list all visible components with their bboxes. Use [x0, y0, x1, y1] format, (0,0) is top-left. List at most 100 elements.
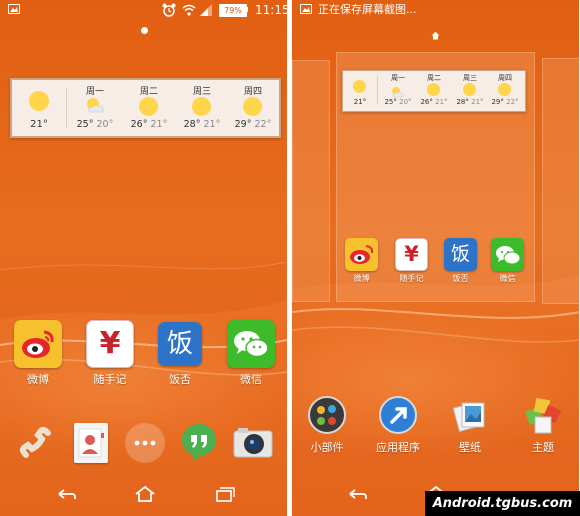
- weather-today: 21°: [16, 80, 62, 136]
- forecast-high: 28°: [183, 119, 201, 130]
- themes-button[interactable]: 主题: [520, 395, 566, 455]
- weather-divider: [377, 76, 378, 104]
- wechat-icon: [491, 238, 524, 271]
- tool-label: 主题: [532, 441, 554, 454]
- forecast-temps: 26° 21°: [416, 98, 452, 106]
- sun-icon: [353, 80, 366, 93]
- widgets-button[interactable]: 小部件: [304, 395, 350, 455]
- forecast-high: 28°: [456, 98, 469, 106]
- battery-indicator: 79%: [219, 4, 247, 17]
- forecast-high: 29°: [234, 119, 252, 130]
- partly-cloudy-icon: [84, 96, 106, 118]
- recent-apps-button[interactable]: [210, 482, 240, 506]
- app-label: 饭否: [169, 373, 191, 386]
- fanfou-icon: 饭: [444, 238, 477, 271]
- screenshot-notification-icon: [8, 4, 20, 18]
- forecast-day: 周二 26° 21°: [416, 71, 452, 111]
- app-drawer-icon[interactable]: [125, 423, 165, 463]
- app-label: 饭否: [452, 274, 469, 283]
- forecast-day-label: 周三: [192, 87, 211, 97]
- forecast-day: 周三 28° 21°: [452, 71, 488, 111]
- status-bar: 79% 11:15: [0, 0, 287, 20]
- forecast-day-label: 周三: [463, 74, 477, 82]
- forecast-day: 周四 29° 22°: [487, 71, 523, 111]
- forecast-day-label: 周四: [243, 87, 262, 97]
- app-fanfou[interactable]: 饭 饭否: [158, 322, 202, 386]
- side-page-preview-right[interactable]: [542, 58, 579, 304]
- battery-tip-icon: [246, 7, 248, 12]
- app-fanfou[interactable]: 饭 饭否: [444, 238, 477, 284]
- weibo-icon: [345, 238, 378, 271]
- forecast-day: 周一 25° 20°: [380, 71, 416, 111]
- back-button[interactable]: [51, 482, 81, 506]
- forecast-low: 20°: [96, 119, 114, 130]
- sun-icon: [498, 83, 511, 96]
- wallpaper-button[interactable]: 壁纸: [447, 395, 493, 455]
- forecast-temps: 25° 20°: [70, 119, 120, 130]
- home-page-icon[interactable]: [431, 25, 440, 44]
- widgets-icon: [307, 395, 347, 435]
- forecast-low: 20°: [399, 98, 412, 106]
- hangouts-icon[interactable]: [178, 421, 220, 465]
- app-suishouji[interactable]: ¥ 随手记: [86, 320, 134, 386]
- weather-widget[interactable]: 21° 周一 25° 20° 周二 26° 21° 周三 28° 21° 周四 …: [342, 70, 526, 112]
- forecast-day-label: 周一: [391, 74, 405, 82]
- app-label: 微信: [240, 373, 262, 386]
- forecast-day-label: 周四: [498, 74, 512, 82]
- app-label: 微博: [27, 373, 49, 386]
- forecast-temps: 25° 20°: [380, 98, 416, 106]
- home-screen: 79% 11:15 21° 周一 25° 20° 周二 26° 21° 周三 2…: [0, 0, 287, 516]
- notification-text: 正在保存屏幕截图...: [318, 3, 417, 16]
- watermark: Android.tgbus.com: [425, 491, 580, 516]
- wifi-icon: [182, 4, 196, 20]
- forecast-low: 21°: [150, 119, 168, 130]
- app-wechat[interactable]: 微信: [227, 320, 275, 386]
- forecast-day-label: 周二: [139, 87, 158, 97]
- forecast-high: 26°: [420, 98, 433, 106]
- sun-icon: [243, 97, 262, 116]
- app-suishouji[interactable]: ¥ 随手记: [395, 238, 428, 284]
- app-label: 随手记: [399, 274, 424, 283]
- apps-button[interactable]: 应用程序: [375, 395, 421, 455]
- today-high: 21°: [353, 98, 367, 106]
- weibo-icon: [14, 320, 62, 368]
- back-button[interactable]: [342, 482, 372, 506]
- forecast-temps: 28° 21°: [177, 119, 227, 130]
- forecast-high: 25°: [384, 98, 397, 106]
- clock: 11:15: [255, 3, 287, 17]
- forecast-day: 周四 29° 22°: [228, 80, 278, 136]
- wechat-icon: [227, 320, 275, 368]
- forecast-day: 周一 25° 20°: [70, 80, 120, 136]
- forecast-temps: 29° 22°: [228, 119, 278, 130]
- weather-widget[interactable]: 21° 周一 25° 20° 周二 26° 21° 周三 28° 21° 周四 …: [10, 78, 281, 138]
- camera-icon[interactable]: [232, 424, 274, 462]
- yen-icon: ¥: [395, 238, 428, 271]
- forecast-low: 21°: [203, 119, 221, 130]
- signal-icon: [199, 4, 213, 20]
- app-wechat[interactable]: 微信: [491, 238, 524, 284]
- home-edit-screen: 正在保存屏幕截图... 21° 周一 25° 20° 周二 26° 21° 周三…: [292, 0, 579, 516]
- yen-icon: ¥: [86, 320, 134, 368]
- forecast-low: 21°: [435, 98, 448, 106]
- forecast-high: 29°: [491, 98, 504, 106]
- status-bar: 正在保存屏幕截图...: [292, 0, 579, 20]
- phone-icon[interactable]: [16, 423, 56, 463]
- app-weibo[interactable]: 微博: [345, 238, 378, 284]
- screenshot-notification-icon: [300, 4, 312, 18]
- page-indicator-dot[interactable]: [141, 27, 148, 34]
- side-page-preview-left[interactable]: [292, 60, 330, 302]
- forecast-temps: 26° 21°: [124, 119, 174, 130]
- forecast-temps: 29° 22°: [487, 98, 523, 106]
- sun-icon: [463, 83, 476, 96]
- today-high: 21°: [30, 119, 48, 130]
- sun-icon: [29, 91, 49, 111]
- apps-icon: [378, 395, 418, 435]
- home-button[interactable]: [130, 482, 160, 506]
- contacts-icon[interactable]: [74, 423, 108, 463]
- app-weibo[interactable]: 微博: [14, 320, 62, 386]
- forecast-high: 26°: [130, 119, 148, 130]
- themes-icon: [523, 395, 563, 435]
- fanfou-icon: 饭: [158, 322, 202, 366]
- forecast-temps: 28° 21°: [452, 98, 488, 106]
- sun-icon: [139, 97, 158, 116]
